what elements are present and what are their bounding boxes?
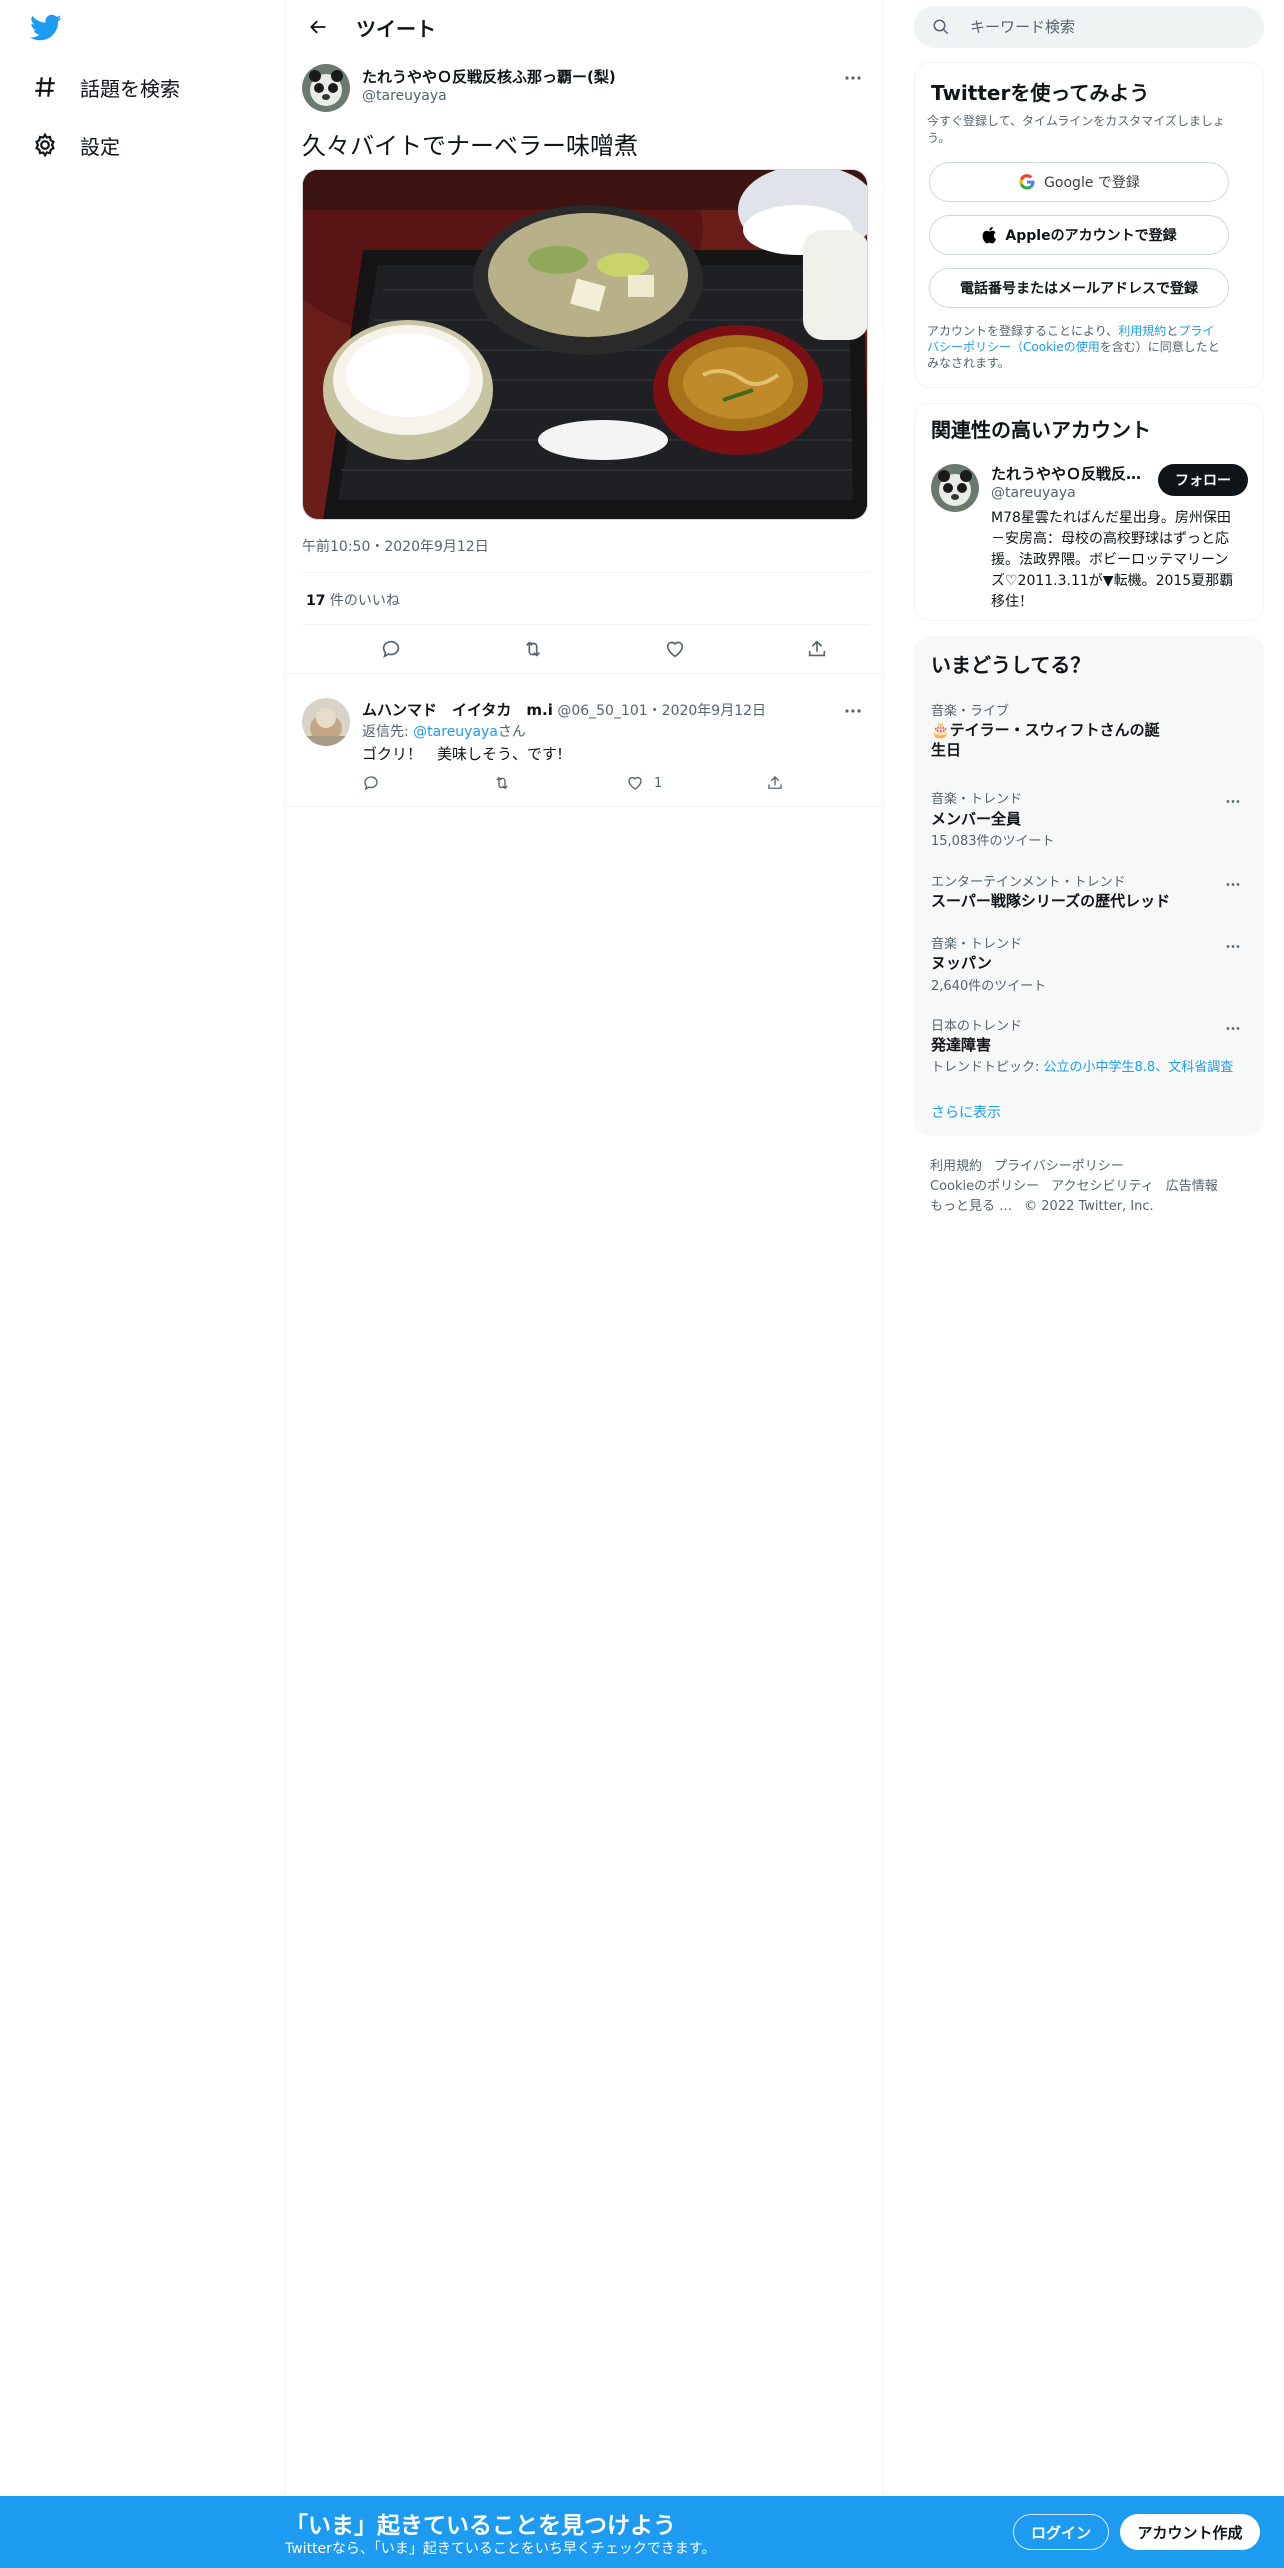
share-button[interactable] <box>766 774 784 792</box>
trend-more-button[interactable] <box>1218 874 1248 894</box>
account-bio: M78星雲たればんだ星出身。房州保田 －安房高：母校の高校野球はずっと応 援。法… <box>991 510 1234 610</box>
more-options-button[interactable] <box>838 68 868 88</box>
share-icon <box>808 640 826 657</box>
card-title: 関連性の高いアカウント <box>931 418 1151 442</box>
related-accounts-card: 関連性の高いアカウント たれうややＯ反戦反… @tareuyaya フォロー M… <box>914 403 1264 621</box>
more-options-button[interactable] <box>838 701 868 721</box>
card-title: いまどうしてる？ <box>931 653 1091 677</box>
account-handle[interactable]: @tareuyaya <box>991 485 1076 501</box>
avatar[interactable] <box>931 464 979 512</box>
mention-link[interactable]: @tareuyaya <box>413 724 498 740</box>
divider <box>286 673 884 674</box>
sidebar-item-settings[interactable]: 設定 <box>30 125 120 165</box>
trend-more-button[interactable] <box>1218 791 1248 811</box>
search-bar[interactable] <box>914 6 1264 48</box>
arrow-left-icon <box>310 20 326 34</box>
apple-icon <box>981 226 997 244</box>
footer-link[interactable]: プライバシーポリシー <box>994 1159 1124 1174</box>
search-icon <box>932 18 950 36</box>
apple-signup-button[interactable]: Appleのアカウントで登録 <box>929 215 1229 255</box>
bottom-signup-bar: 「いま」起きていることを見つけよう Twitterなら、「いま」起きていることを… <box>0 2496 1284 2568</box>
tweet-photo[interactable] <box>302 169 868 520</box>
follow-button[interactable]: フォロー <box>1158 464 1248 496</box>
footer-links: もっと見る … © 2022 Twitter, Inc. <box>930 1195 1166 1214</box>
card-title: Twitterを使ってみよう <box>931 81 1150 105</box>
back-button[interactable] <box>298 7 338 47</box>
avatar[interactable] <box>302 64 350 112</box>
trends-card: いまどうしてる？ 音楽・ライブ 🎂テイラー・スウィフトさんの誕 生日 音楽・トレ… <box>914 636 1264 1136</box>
sidebar-item-label: 設定 <box>80 134 120 159</box>
tweet-timestamp[interactable]: 午前10:50・2020年9月12日 <box>302 536 489 556</box>
copyright: © 2022 Twitter, Inc. <box>1024 1199 1154 1214</box>
footer-more-link[interactable]: もっと見る … <box>930 1199 1012 1214</box>
heart-icon <box>666 641 684 658</box>
reply-icon <box>382 640 400 659</box>
reply-text: ゴクリ！ 美味しそう、です! <box>362 745 564 763</box>
more-icon <box>1226 882 1240 886</box>
footer-link[interactable]: 利用規約 <box>930 1159 982 1174</box>
sidebar-item-explore[interactable]: 話題を検索 <box>30 67 180 107</box>
gear-icon <box>30 130 60 160</box>
tweet-text: 久々バイトでナーベラー味噌煮 <box>302 132 638 160</box>
like-button[interactable] <box>655 629 695 669</box>
terms-text: アカウントを登録することにより、利用規約とプライ バシーポリシー（Cookieの… <box>927 324 1220 370</box>
card-subtitle: 今すぐ登録して、タイムラインをカスタマイズしましょ う。 <box>927 114 1225 145</box>
google-signup-button[interactable]: Google で登録 <box>929 162 1229 202</box>
page-title: ツイート <box>356 16 436 41</box>
retweet-icon <box>525 641 541 657</box>
show-more-link[interactable]: さらに表示 <box>931 1102 1001 1122</box>
privacy-link[interactable]: プライ <box>1178 324 1214 338</box>
signup-card: Twitterを使ってみよう 今すぐ登録して、タイムラインをカスタマイズしましょ… <box>914 62 1264 388</box>
more-icon <box>1226 1026 1240 1030</box>
share-button[interactable] <box>797 629 837 669</box>
trend-topic-link[interactable]: 公立の小中学生8.8、文科省調査 <box>1044 1060 1234 1075</box>
divider <box>302 624 868 625</box>
divider <box>302 572 868 573</box>
trend-more-button[interactable] <box>1218 1018 1248 1038</box>
footer-links: Cookieのポリシー アクセシビリティ 広告情報 <box>930 1175 1230 1194</box>
like-count: 1 <box>654 775 663 791</box>
like-button[interactable]: 1 <box>626 774 662 792</box>
account-name[interactable]: たれうややＯ反戦反… <box>991 463 1141 484</box>
hashtag-icon <box>30 72 60 102</box>
left-sidebar: 話題を検索 設定 <box>0 0 285 2496</box>
bottom-bar-subtitle: Twitterなら、「いま」起きていることをいち早くチェックできます。 <box>285 2541 716 2557</box>
tweet-author-handle[interactable]: @tareuyaya <box>362 88 447 104</box>
footer-link[interactable]: 広告情報 <box>1166 1179 1218 1194</box>
share-icon <box>768 776 782 789</box>
trend-more-button[interactable] <box>1218 936 1248 956</box>
reply-icon <box>364 776 378 791</box>
more-icon <box>1226 944 1240 948</box>
cookie-link[interactable]: バシーポリシー（Cookieの使用 <box>927 340 1100 354</box>
more-icon <box>1226 799 1240 803</box>
divider <box>286 806 884 807</box>
avatar[interactable] <box>302 698 350 746</box>
google-icon <box>1018 173 1036 191</box>
search-input[interactable] <box>970 18 1220 36</box>
footer-links: 利用規約 プライバシーポリシー <box>930 1155 1136 1174</box>
page-header: ツイート <box>286 0 884 54</box>
more-icon <box>845 76 861 80</box>
retweet-button[interactable] <box>493 774 511 792</box>
bottom-bar-title: 「いま」起きていることを見つけよう <box>285 2513 676 2539</box>
retweet-icon <box>496 776 508 790</box>
reply-to-line: 返信先: @tareuyayaさん <box>362 724 526 740</box>
main-column: ツイート たれうややＯ反戦反核ふ那っ覇ー(梨) @tareuyaya 久々バイト… <box>286 0 884 2496</box>
twitter-logo-icon[interactable] <box>30 14 66 44</box>
more-icon <box>845 709 861 713</box>
retweet-button[interactable] <box>513 629 553 669</box>
likes-count[interactable]: 17 件のいいね <box>306 590 400 610</box>
footer-link[interactable]: Cookieのポリシー <box>930 1179 1039 1194</box>
reply-button[interactable] <box>371 629 411 669</box>
heart-icon <box>628 776 642 790</box>
phone-email-signup-button[interactable]: 電話番号またはメールアドレスで登録 <box>929 268 1229 308</box>
login-button[interactable]: ログイン <box>1013 2514 1109 2550</box>
footer-link[interactable]: アクセシビリティ <box>1051 1179 1154 1194</box>
create-account-button[interactable]: アカウント作成 <box>1120 2514 1260 2550</box>
sidebar-item-label: 話題を検索 <box>80 76 180 101</box>
reply-button[interactable] <box>362 774 380 792</box>
terms-link[interactable]: 利用規約 <box>1118 324 1166 338</box>
reply-author[interactable]: ムハンマド イイタカ m.i @06_50_101・2020年9月12日 <box>362 699 766 720</box>
tweet-author-name[interactable]: たれうややＯ反戦反核ふ那っ覇ー(梨) <box>362 66 616 87</box>
